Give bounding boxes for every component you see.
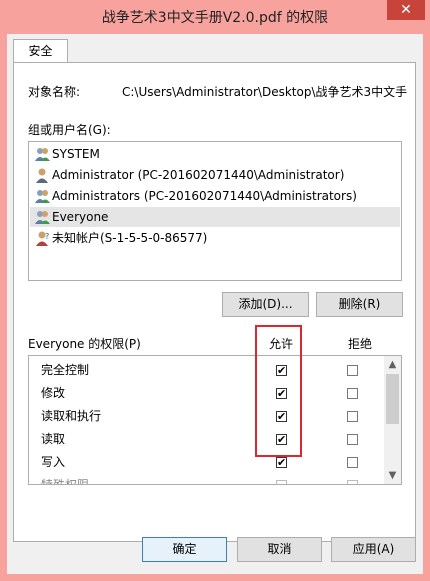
allow-checkbox[interactable]: ✔ (276, 434, 287, 445)
permission-name: 读取 (41, 432, 66, 446)
deny-checkbox[interactable] (347, 388, 358, 399)
user-list[interactable]: SYSTEM Administrator (PC-201602071440\Ad… (28, 141, 402, 281)
list-item-system[interactable]: SYSTEM (30, 144, 400, 164)
permissions-list[interactable]: 完全控制 ✔ 修改 ✔ 读取和执行 ✔ 读取 ✔ 写入 ✔ 特殊权限 ▲ ▼ (28, 355, 402, 485)
group-icon (35, 211, 50, 224)
permission-name: 读取和执行 (41, 409, 102, 423)
window-title: 战争艺术3中文手册V2.0.pdf 的权限 (101, 10, 329, 26)
allow-checkbox[interactable]: ✔ (276, 457, 287, 468)
deny-checkbox[interactable] (347, 411, 358, 422)
list-item-administrator[interactable]: Administrator (PC-201602071440\Administr… (30, 165, 400, 185)
scroll-down-icon[interactable]: ▼ (384, 467, 401, 484)
permissions-dialog: 战争艺术3中文手册V2.0.pdf 的权限 ✕ 安全 对象名称: C:\User… (0, 0, 430, 581)
user-name: 未知帐户(S-1-5-5-0-86577) (52, 231, 208, 245)
permission-row-full-control: 完全控制 ✔ (29, 359, 384, 382)
unknown-user-icon: ? (36, 231, 49, 246)
allow-column-header: 允许 (269, 337, 294, 351)
deny-column-header: 拒绝 (348, 337, 373, 351)
allow-checkbox[interactable]: ✔ (276, 388, 287, 399)
allow-checkbox[interactable]: ✔ (276, 411, 287, 422)
permissions-label: Everyone 的权限(P) (28, 337, 141, 351)
deny-checkbox[interactable] (347, 480, 358, 484)
allow-checkbox[interactable]: ✔ (276, 365, 287, 376)
permission-row-write: 写入 ✔ (29, 451, 384, 474)
permission-row-special: 特殊权限 (29, 474, 384, 485)
list-item-administrators[interactable]: Administrators (PC-201602071440\Administ… (30, 186, 400, 206)
list-item-everyone[interactable]: Everyone (30, 207, 400, 227)
remove-button[interactable]: 删除(R) (316, 292, 403, 317)
title-bar[interactable]: 战争艺术3中文手册V2.0.pdf 的权限 ✕ (0, 0, 430, 34)
apply-button[interactable]: 应用(A) (331, 537, 416, 562)
close-button[interactable]: ✕ (387, 0, 425, 20)
ok-button[interactable]: 确定 (142, 537, 227, 562)
permission-name: 特殊权限 (41, 478, 90, 485)
user-name: Administrators (PC-201602071440\Administ… (52, 189, 357, 203)
svg-text:?: ? (45, 232, 49, 241)
cancel-button[interactable]: 取消 (237, 537, 322, 562)
permission-row-read: 读取 ✔ (29, 428, 384, 451)
dialog-body: 安全 对象名称: C:\Users\Administrator\Desktop\… (7, 34, 423, 574)
permission-name: 写入 (41, 455, 66, 469)
permission-name: 修改 (41, 386, 66, 400)
group-user-label: 组或用户名(G): (28, 123, 111, 137)
scroll-up-icon[interactable]: ▲ (384, 356, 401, 373)
user-name: SYSTEM (52, 147, 100, 161)
deny-checkbox[interactable] (347, 365, 358, 376)
security-panel: 对象名称: C:\Users\Administrator\Desktop\战争艺… (13, 62, 416, 542)
user-icon (36, 168, 48, 183)
deny-checkbox[interactable] (347, 457, 358, 468)
add-button[interactable]: 添加(D)... (222, 292, 309, 317)
allow-checkbox[interactable] (276, 480, 287, 484)
list-item-unknown-account[interactable]: ? 未知帐户(S-1-5-5-0-86577) (30, 228, 400, 248)
permission-name: 完全控制 (41, 363, 90, 377)
scroll-thumb[interactable] (386, 374, 399, 424)
group-icon (35, 190, 50, 203)
permission-row-modify: 修改 ✔ (29, 382, 384, 405)
permission-row-read-execute: 读取和执行 ✔ (29, 405, 384, 428)
object-name-value: C:\Users\Administrator\Desktop\战争艺术3中文手 (122, 85, 407, 99)
object-name-label: 对象名称: (28, 85, 81, 99)
user-name: Everyone (52, 210, 109, 224)
user-name: Administrator (PC-201602071440\Administr… (52, 168, 345, 182)
permissions-scrollbar[interactable]: ▲ ▼ (384, 356, 401, 484)
deny-checkbox[interactable] (347, 434, 358, 445)
tab-security[interactable]: 安全 (13, 39, 68, 63)
group-icon (35, 148, 50, 161)
